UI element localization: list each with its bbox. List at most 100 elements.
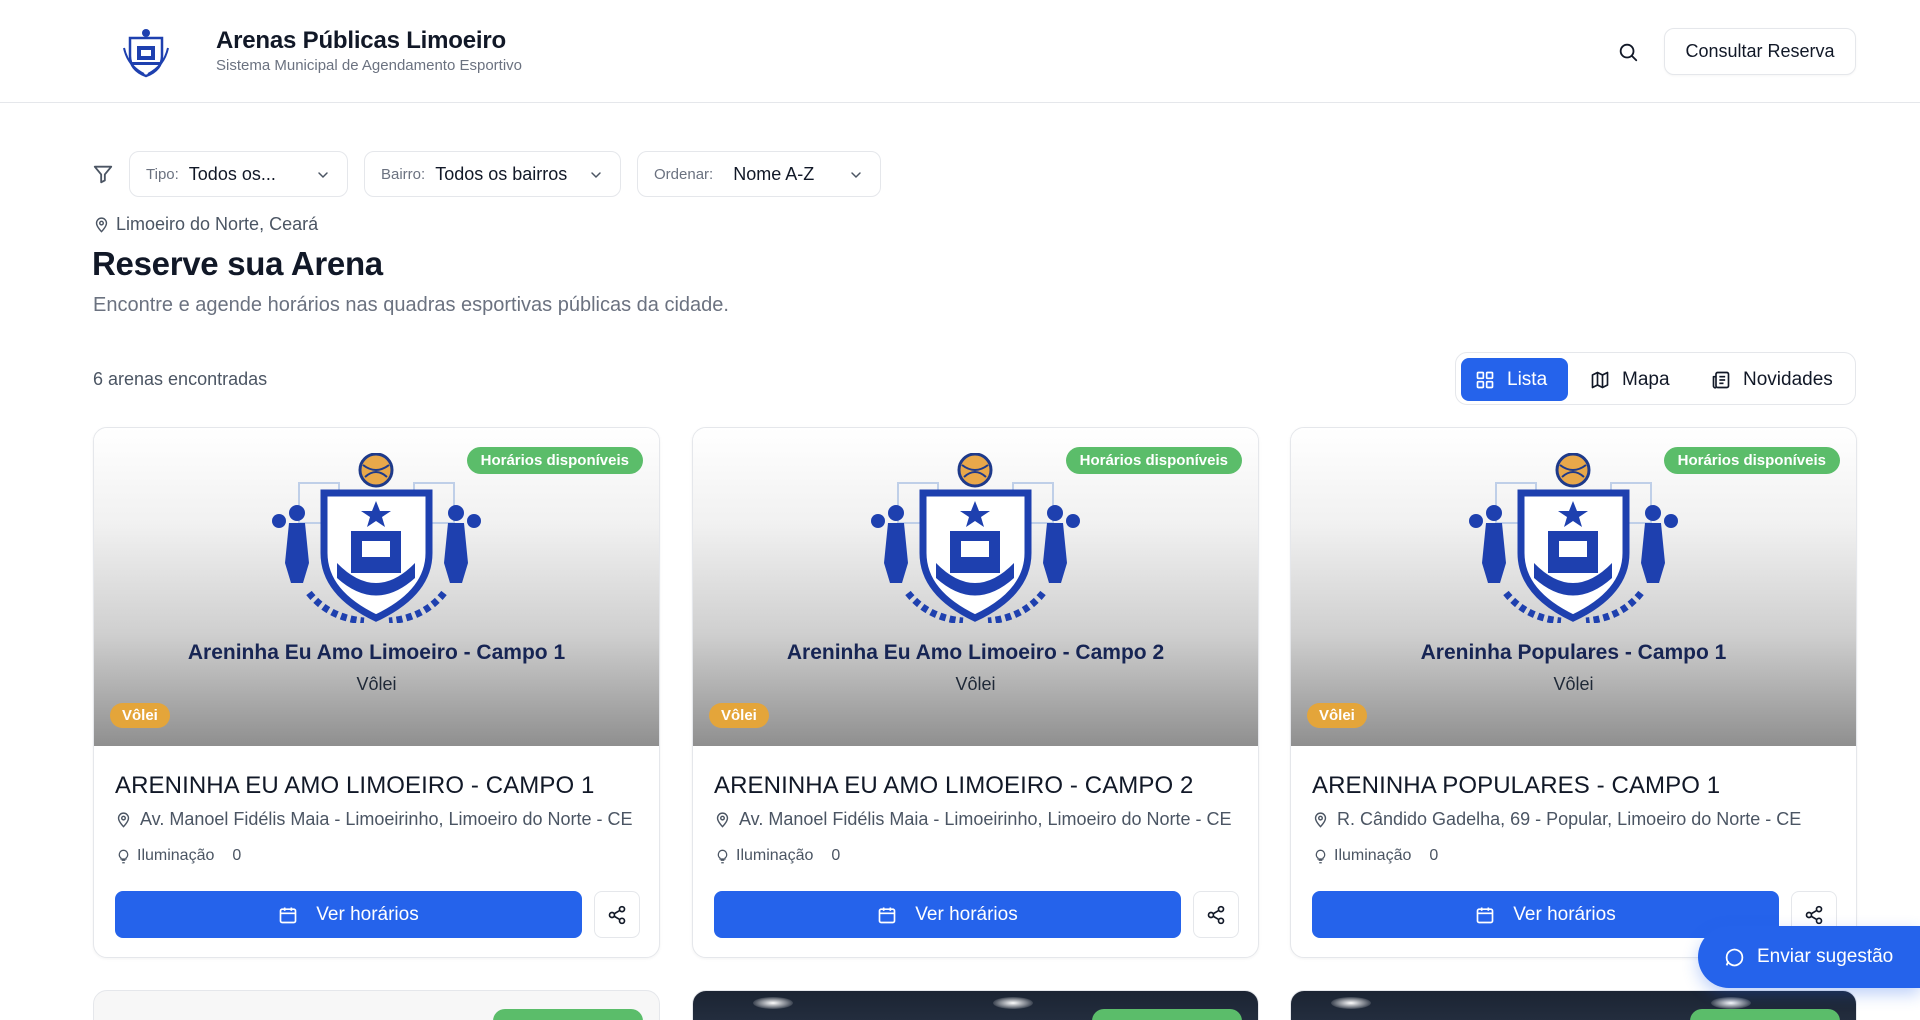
news-view-button[interactable]: Novidades <box>1697 358 1847 401</box>
arena-crest-icon <box>1469 453 1678 623</box>
availability-badge-partial <box>493 1009 643 1020</box>
map-view-button[interactable]: Mapa <box>1576 358 1684 401</box>
arena-image-sport: Vôlei <box>356 674 397 694</box>
city-location: Limoeiro do Norte, Ceará <box>93 214 318 235</box>
neighborhood-filter-select[interactable]: Bairro: Todos os bairros <box>364 151 621 197</box>
share-icon <box>608 905 626 924</box>
lightbulb-icon <box>717 849 728 863</box>
lightbulb-icon <box>1315 849 1326 863</box>
type-filter-value: Todos os... <box>188 163 276 184</box>
share-icon <box>1207 905 1225 924</box>
sort-label: Ordenar: <box>654 165 714 183</box>
filter-icon <box>93 165 113 184</box>
arena-address-text: R. Cândido Gadelha, 69 - Popular, Limoei… <box>1337 809 1802 829</box>
lighting-info: Iluminação 0 <box>116 847 241 865</box>
arena-title: ARENINHA EU AMO LIMOEIRO - CAMPO 1 <box>115 772 595 799</box>
news-view-label: Novidades <box>1743 368 1833 390</box>
stadium-light <box>1331 997 1371 1009</box>
arena-address: Av. Manoel Fidélis Maia - Limoeirinho, L… <box>714 809 1239 830</box>
page-description: Encontre e agende horários nas quadras e… <box>93 294 729 316</box>
lighting-label: Iluminação <box>1334 847 1412 864</box>
stadium-light <box>993 997 1033 1009</box>
availability-badge-partial <box>1690 1009 1840 1020</box>
map-view-label: Mapa <box>1622 368 1670 390</box>
sport-badge: Vôlei <box>1307 703 1367 728</box>
arena-address: R. Cândido Gadelha, 69 - Popular, Limoei… <box>1312 809 1837 830</box>
stadium-light <box>1711 997 1751 1009</box>
calendar-icon <box>878 907 896 923</box>
sport-badge: Vôlei <box>110 703 170 728</box>
lighting-value: 0 <box>232 847 242 864</box>
arena-card-partial[interactable] <box>93 990 660 1020</box>
top-header: Arenas Públicas Limoeiro Sistema Municip… <box>0 0 1920 103</box>
arena-image-sport: Vôlei <box>1553 674 1594 694</box>
neighborhood-filter-label: Bairro: <box>381 165 426 183</box>
arena-card-partial[interactable] <box>1290 990 1857 1020</box>
view-hours-button[interactable]: Ver horários <box>714 891 1181 938</box>
arena-address-text: Av. Manoel Fidélis Maia - Limoeirinho, L… <box>140 809 633 829</box>
view-hours-button[interactable]: Ver horários <box>115 891 582 938</box>
lighting-label: Iluminação <box>137 847 215 864</box>
chevron-down-icon <box>851 172 861 179</box>
view-hours-label: Ver horários <box>316 903 419 925</box>
arena-image-name: Areninha Eu Amo Limoeiro - Campo 2 <box>786 641 1165 664</box>
share-button[interactable] <box>594 891 640 938</box>
lighting-value: 0 <box>831 847 841 864</box>
sort-select[interactable]: Ordenar: Nome A-Z <box>637 151 881 197</box>
arena-image-name: Areninha Eu Amo Limoeiro - Campo 1 <box>187 641 566 664</box>
lighting-info: Iluminação 0 <box>1313 847 1438 865</box>
send-suggestion-button[interactable]: Enviar sugestão <box>1698 926 1920 988</box>
calendar-icon <box>1476 907 1494 923</box>
view-toggle: Lista Mapa Novidades <box>1455 352 1856 405</box>
search-button[interactable] <box>1614 38 1642 66</box>
arena-image-name: Areninha Populares - Campo 1 <box>1420 641 1727 664</box>
location-text: Limoeiro do Norte, Ceará <box>116 214 319 234</box>
map-pin-icon <box>95 217 108 233</box>
lighting-value: 0 <box>1429 847 1439 864</box>
availability-badge: Horários disponíveis <box>1663 447 1840 474</box>
page-title: Reserve sua Arena <box>92 245 383 282</box>
list-view-label: Lista <box>1507 368 1548 390</box>
lightbulb-icon <box>118 849 129 863</box>
arena-crest-icon <box>272 453 481 623</box>
arena-image[interactable]: Areninha Populares - Campo 1 Vôlei Horár… <box>1291 428 1856 746</box>
send-suggestion-label: Enviar sugestão <box>1757 946 1894 967</box>
list-view-button[interactable]: Lista <box>1461 358 1568 401</box>
lighting-label: Iluminação <box>736 847 814 864</box>
arena-image[interactable]: Areninha Eu Amo Limoeiro - Campo 2 Vôlei… <box>693 428 1258 746</box>
arena-card: Areninha Eu Amo Limoeiro - Campo 2 Vôlei… <box>692 427 1259 958</box>
lighting-info: Iluminação 0 <box>715 847 840 865</box>
availability-badge: Horários disponíveis <box>1065 447 1242 474</box>
map-pin-icon <box>716 812 729 828</box>
calendar-icon <box>279 907 297 923</box>
chevron-down-icon <box>591 172 601 179</box>
results-count: 6 arenas encontradas <box>93 369 268 389</box>
availability-badge: Horários disponíveis <box>466 447 643 474</box>
consult-reservation-button[interactable]: Consultar Reserva <box>1664 28 1856 75</box>
share-button[interactable] <box>1193 891 1239 938</box>
grid-icon <box>1476 371 1494 388</box>
chevron-down-icon <box>318 172 328 179</box>
arena-crest-icon <box>871 453 1080 623</box>
view-hours-label: Ver horários <box>915 903 1018 925</box>
arena-address-text: Av. Manoel Fidélis Maia - Limoeirinho, L… <box>739 809 1232 829</box>
arena-card: Areninha Populares - Campo 1 Vôlei Horár… <box>1290 427 1857 958</box>
arena-title: ARENINHA EU AMO LIMOEIRO - CAMPO 2 <box>714 772 1194 799</box>
search-icon <box>1619 43 1638 62</box>
arena-image-sport: Vôlei <box>955 674 996 694</box>
arena-card-partial[interactable] <box>692 990 1259 1020</box>
arena-image[interactable]: Areninha Eu Amo Limoeiro - Campo 1 Vôlei… <box>94 428 659 746</box>
stadium-light <box>753 997 793 1009</box>
availability-badge-partial <box>1092 1009 1242 1020</box>
arena-card: Areninha Eu Amo Limoeiro - Campo 1 Vôlei… <box>93 427 660 958</box>
share-icon <box>1805 905 1823 924</box>
arena-address: Av. Manoel Fidélis Maia - Limoeirinho, L… <box>115 809 640 830</box>
type-filter-select[interactable]: Tipo: Todos os... <box>129 151 348 197</box>
type-filter-label: Tipo: <box>146 165 179 183</box>
city-crest-logo[interactable] <box>120 26 172 78</box>
newspaper-icon <box>1712 371 1730 389</box>
chat-bubble-icon <box>1725 948 1744 966</box>
map-icon <box>1591 371 1609 388</box>
app-title: Arenas Públicas Limoeiro <box>216 27 506 54</box>
view-hours-button[interactable]: Ver horários <box>1312 891 1779 938</box>
